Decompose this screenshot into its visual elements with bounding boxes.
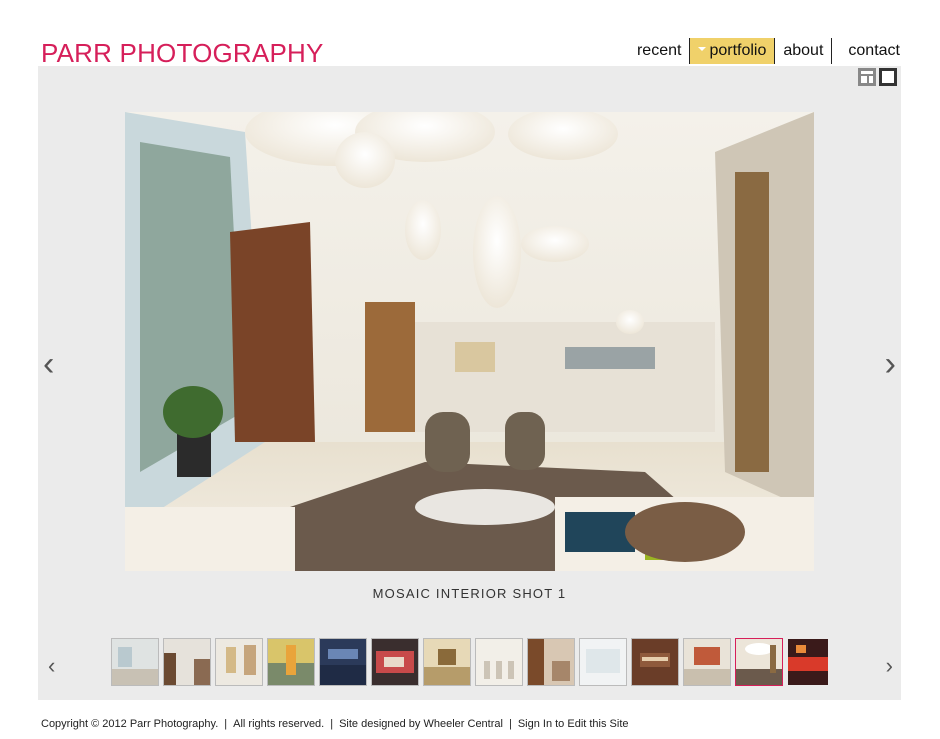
- thumbs-prev-button[interactable]: ‹: [48, 655, 55, 677]
- thumbnail[interactable]: [527, 638, 575, 686]
- thumbnail[interactable]: [683, 638, 731, 686]
- copyright-text: Copyright © 2012 Parr Photography.: [41, 718, 219, 730]
- thumbnail[interactable]: [631, 638, 679, 686]
- next-image-button[interactable]: ›: [885, 347, 896, 381]
- thumbnail-strip: [111, 638, 828, 686]
- thumbnail[interactable]: [215, 638, 263, 686]
- thumbnail[interactable]: [111, 638, 159, 686]
- dropdown-caret-icon: [698, 46, 707, 51]
- thumbnail[interactable]: [475, 638, 523, 686]
- site-logo[interactable]: PARR PHOTOGRAPHY: [41, 38, 324, 68]
- nav-contact[interactable]: contact: [832, 38, 900, 64]
- main-nav: recent portfolio about contact: [629, 38, 900, 64]
- interior-photo-image: [125, 112, 814, 571]
- photo-caption: MOSAIC INTERIOR SHOT 1: [372, 586, 567, 601]
- nav-portfolio[interactable]: portfolio: [690, 38, 776, 64]
- thumbnail[interactable]: [579, 638, 627, 686]
- nav-about[interactable]: about: [775, 38, 833, 64]
- footer: Copyright © 2012 Parr Photography. | All r…: [41, 718, 629, 730]
- thumbnail[interactable]: [787, 638, 828, 686]
- view-toggle: [858, 68, 897, 86]
- thumbnail[interactable]: [371, 638, 419, 686]
- thumbnail[interactable]: [267, 638, 315, 686]
- nav-recent[interactable]: recent: [629, 38, 691, 64]
- footer-divider: |: [224, 718, 228, 730]
- footer-divider: |: [330, 718, 334, 730]
- thumbnail[interactable]: [423, 638, 471, 686]
- rights-text: All rights reserved.: [233, 718, 325, 730]
- gallery-stage: ‹ › MOSAIC INTERIOR SHOT 1 ‹ ›: [38, 66, 901, 700]
- grid-view-icon[interactable]: [858, 68, 876, 86]
- thumbnail-selected[interactable]: [735, 638, 783, 686]
- designer-link[interactable]: Site designed by Wheeler Central: [339, 718, 503, 730]
- footer-divider: |: [508, 718, 512, 730]
- thumbnail[interactable]: [319, 638, 367, 686]
- nav-portfolio-label: portfolio: [709, 42, 767, 59]
- thumbnail[interactable]: [163, 638, 211, 686]
- thumbs-next-button[interactable]: ›: [886, 655, 893, 677]
- single-view-icon[interactable]: [879, 68, 897, 86]
- prev-image-button[interactable]: ‹: [43, 347, 54, 381]
- main-photo: [125, 112, 814, 571]
- signin-link[interactable]: Sign In to Edit this Site: [518, 718, 629, 730]
